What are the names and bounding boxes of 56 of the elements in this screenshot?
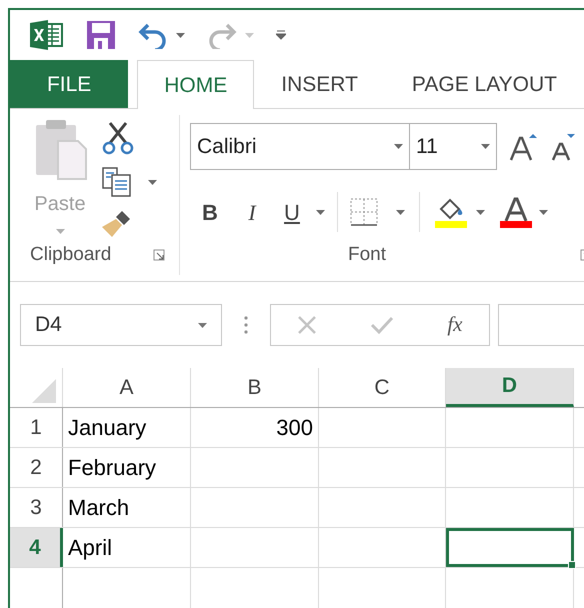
group-label: Clipboard: [30, 242, 112, 267]
table-cell[interactable]: January: [63, 408, 191, 447]
grow-font-icon[interactable]: [509, 132, 539, 162]
font-color-button[interactable]: [499, 196, 533, 228]
file-tab[interactable]: FILE: [10, 60, 128, 108]
table-cell[interactable]: April: [63, 528, 191, 567]
caret-icon: [148, 180, 157, 185]
italic-button[interactable]: I: [230, 196, 274, 229]
font-size-field[interactable]: 11: [410, 123, 497, 170]
caret-icon: [539, 210, 548, 215]
caret-icon: [481, 144, 490, 150]
active-cell[interactable]: [446, 528, 574, 567]
caret-icon: [176, 32, 185, 38]
caret-icon: [396, 210, 405, 215]
drag-handle-icon[interactable]: [244, 316, 248, 334]
fill-color-button[interactable]: [434, 196, 468, 228]
cancel-icon[interactable]: [297, 315, 318, 336]
ribbon-tab[interactable]: INSERT: [254, 60, 385, 110]
ribbon-tab[interactable]: PAGE LAYOUT: [384, 60, 584, 110]
scissors-icon[interactable]: [102, 121, 134, 156]
underline-button[interactable]: U: [274, 196, 310, 229]
customize-toolbar-icon[interactable]: [276, 30, 286, 40]
caret-icon: [245, 32, 254, 38]
caret-icon: [198, 322, 207, 328]
row-header[interactable]: 2: [10, 448, 63, 487]
redo-icon[interactable]: [207, 21, 237, 50]
checkmark-icon[interactable]: [370, 316, 394, 334]
caret-icon: [56, 229, 64, 234]
shrink-font-icon[interactable]: [551, 132, 575, 162]
column-header[interactable]: D: [446, 368, 574, 407]
column-header[interactable]: A: [63, 368, 191, 407]
table-cell[interactable]: March: [63, 488, 191, 527]
dialog-launcher-icon[interactable]: [153, 248, 165, 261]
group-label: Font: [348, 242, 386, 267]
row-header[interactable]: 4: [10, 528, 63, 567]
insert-function-button[interactable]: fx: [447, 309, 462, 341]
ribbon-tab[interactable]: HOME: [137, 60, 254, 110]
save-icon[interactable]: [86, 20, 116, 50]
table-cell[interactable]: February: [63, 448, 191, 487]
row-header[interactable]: 1: [10, 408, 63, 447]
borders-icon[interactable]: [350, 198, 378, 226]
font-name-field[interactable]: Calibri: [190, 123, 410, 170]
caret-icon: [476, 210, 485, 215]
copy-icon[interactable]: [102, 167, 134, 198]
caret-icon: [394, 144, 403, 150]
bold-button[interactable]: B: [190, 196, 230, 229]
corner-triangle-icon: [32, 379, 56, 403]
caret-icon: [316, 210, 325, 215]
row-header[interactable]: 3: [10, 488, 63, 527]
name-box[interactable]: D4: [20, 304, 222, 346]
formula-field[interactable]: [498, 304, 584, 346]
undo-icon[interactable]: [138, 21, 168, 50]
spreadsheet-app-icon[interactable]: [30, 19, 64, 52]
column-header[interactable]: B: [191, 368, 319, 407]
letter-a-icon: [503, 196, 529, 221]
table-cell[interactable]: 300: [191, 408, 319, 447]
